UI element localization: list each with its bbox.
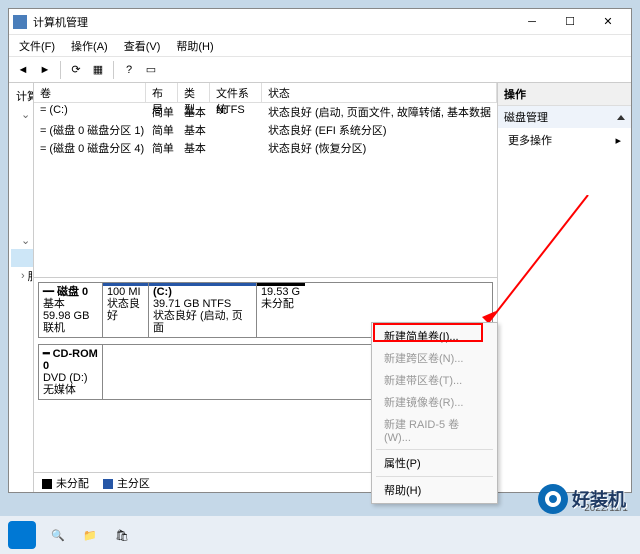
- menu-view[interactable]: 查看(V): [118, 36, 167, 56]
- taskbar[interactable]: 🔍 📁 🛍: [0, 516, 640, 554]
- explorer-icon[interactable]: 📁: [77, 522, 103, 548]
- chevron-right-icon: ▸: [615, 134, 621, 147]
- app-icon: [13, 15, 27, 29]
- menu-action[interactable]: 操作(A): [65, 36, 114, 56]
- col-volume[interactable]: 卷: [34, 83, 146, 102]
- menu-item[interactable]: 新建简单卷(I)...: [372, 325, 497, 347]
- triangle-up-icon: [617, 115, 625, 120]
- tree-button[interactable]: ▦: [88, 60, 108, 80]
- view-button[interactable]: ▭: [141, 60, 161, 80]
- menu-separator: [376, 449, 493, 450]
- tree-root[interactable]: 计算机管理 (本地): [11, 87, 31, 105]
- disk-info: ━ CD-ROM 0DVD (D:)无媒体: [39, 345, 103, 399]
- refresh-button[interactable]: ⟳: [66, 60, 86, 80]
- store-icon[interactable]: 🛍: [109, 522, 135, 548]
- titlebar: 计算机管理 ─ ☐ ✕: [9, 9, 631, 35]
- col-layout[interactable]: 布局: [146, 83, 178, 102]
- legend-unalloc: 未分配: [42, 475, 89, 491]
- collapse-icon[interactable]: ⌄: [21, 108, 30, 121]
- disk-info: ━ 磁盘 0基本59.98 GB联机: [39, 283, 103, 337]
- menu-item: 新建 RAID-5 卷(W)...: [372, 413, 497, 447]
- maximize-button[interactable]: ☐: [551, 10, 589, 34]
- tree-item[interactable]: ›本地用户和组: [11, 177, 34, 195]
- menu-item: 新建镜像卷(R)...: [372, 391, 497, 413]
- menu-item: 新建带区卷(T)...: [372, 369, 497, 391]
- start-button[interactable]: [8, 521, 36, 549]
- search-icon[interactable]: 🔍: [45, 522, 71, 548]
- actions-panel: 操作 磁盘管理 更多操作▸: [497, 83, 631, 492]
- volume-list[interactable]: 卷 布局 类型 文件系统 状态 = (C:)简单基本NTFS状态良好 (启动, …: [34, 83, 497, 278]
- main-window: 计算机管理 ─ ☐ ✕ 文件(F) 操作(A) 查看(V) 帮助(H) ◄ ► …: [8, 8, 632, 493]
- menu-separator: [376, 476, 493, 477]
- body: 计算机管理 (本地) ⌄系统工具 ›任务计划程序›事件查看器›共享文件夹›本地用…: [9, 83, 631, 492]
- actions-disk-header[interactable]: 磁盘管理: [498, 106, 631, 128]
- menu-help[interactable]: 帮助(H): [170, 36, 219, 56]
- partition[interactable]: (C:)39.71 GB NTFS状态良好 (启动, 页面: [149, 283, 257, 337]
- main-panel: 卷 布局 类型 文件系统 状态 = (C:)简单基本NTFS状态良好 (启动, …: [34, 83, 631, 492]
- tree-storage[interactable]: ⌄存储: [11, 231, 31, 249]
- actions-more[interactable]: 更多操作▸: [498, 128, 631, 152]
- volume-row[interactable]: = (C:)简单基本NTFS状态良好 (启动, 页面文件, 故障转储, 基本数据: [34, 103, 497, 121]
- volume-row[interactable]: = (磁盘 0 磁盘分区 4)简单基本状态良好 (恢复分区): [34, 139, 497, 157]
- swatch-unalloc: [42, 479, 52, 489]
- context-menu: 新建简单卷(I)...新建跨区卷(N)...新建带区卷(T)...新建镜像卷(R…: [371, 322, 498, 504]
- col-fs[interactable]: 文件系统: [210, 83, 262, 102]
- tree-system-tools[interactable]: ⌄系统工具: [11, 105, 31, 123]
- help-button[interactable]: ?: [119, 60, 139, 80]
- partition[interactable]: 19.53 G未分配: [257, 283, 305, 337]
- tree-services[interactable]: ›服务和应用程序: [11, 267, 31, 285]
- menu-file[interactable]: 文件(F): [13, 36, 61, 56]
- volume-header: 卷 布局 类型 文件系统 状态: [34, 83, 497, 103]
- legend-primary: 主分区: [103, 475, 150, 491]
- collapse-icon[interactable]: ⌄: [21, 234, 30, 247]
- tree-item[interactable]: ›任务计划程序: [11, 123, 34, 141]
- menu-item[interactable]: 属性(P): [372, 452, 497, 474]
- watermark-text: 好装机: [572, 486, 626, 512]
- close-button[interactable]: ✕: [589, 10, 627, 34]
- col-type[interactable]: 类型: [178, 83, 210, 102]
- tree-item[interactable]: ›事件查看器: [11, 141, 34, 159]
- window-title: 计算机管理: [33, 14, 513, 30]
- separator: [113, 61, 114, 79]
- forward-button[interactable]: ►: [35, 60, 55, 80]
- partition[interactable]: 100 MI状态良好: [103, 283, 149, 337]
- nav-tree[interactable]: 计算机管理 (本地) ⌄系统工具 ›任务计划程序›事件查看器›共享文件夹›本地用…: [9, 83, 34, 492]
- back-button[interactable]: ◄: [13, 60, 33, 80]
- swatch-primary: [103, 479, 113, 489]
- watermark: 好装机: [538, 484, 626, 514]
- menu-item: 新建跨区卷(N)...: [372, 347, 497, 369]
- actions-header: 操作: [498, 83, 631, 106]
- volume-row[interactable]: = (磁盘 0 磁盘分区 1)简单基本状态良好 (EFI 系统分区): [34, 121, 497, 139]
- separator: [60, 61, 61, 79]
- watermark-logo: [538, 484, 568, 514]
- toolbar: ◄ ► ⟳ ▦ ? ▭: [9, 57, 631, 83]
- tree-item[interactable]: ›性能: [11, 195, 34, 213]
- col-status[interactable]: 状态: [262, 83, 497, 102]
- menubar: 文件(F) 操作(A) 查看(V) 帮助(H): [9, 35, 631, 57]
- tree-item[interactable]: ›设备管理器: [11, 213, 34, 231]
- tree-item[interactable]: ›共享文件夹: [11, 159, 34, 177]
- expand-icon[interactable]: ›: [21, 270, 25, 282]
- menu-item[interactable]: 帮助(H): [372, 479, 497, 501]
- tree-disk-management[interactable]: 磁盘管理: [11, 249, 34, 267]
- minimize-button[interactable]: ─: [513, 10, 551, 34]
